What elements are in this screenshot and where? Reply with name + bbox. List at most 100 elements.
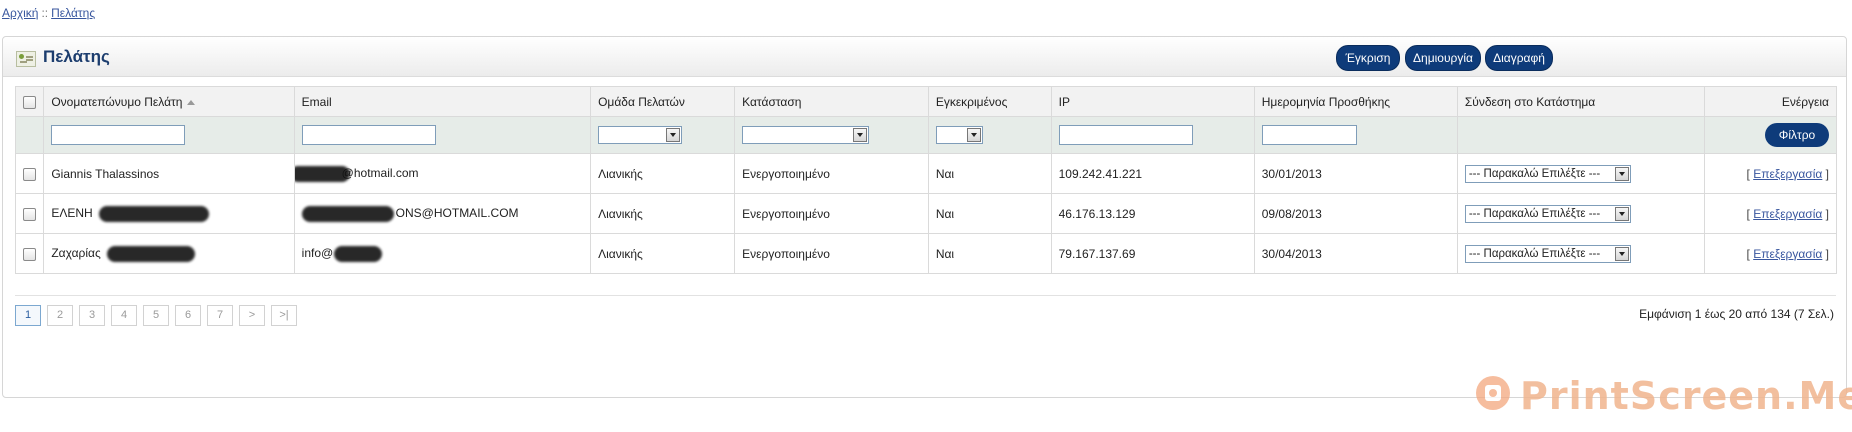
- bracket-close: ]: [1822, 246, 1829, 261]
- page-6-link[interactable]: 6: [175, 305, 201, 326]
- column-header-name-label[interactable]: Ονοματεπώνυμο Πελάτη: [51, 95, 182, 109]
- customer-approved: Ναι: [927, 233, 1052, 274]
- row-checkbox[interactable]: [23, 207, 37, 221]
- customer-approved: Ναι: [927, 153, 1052, 194]
- chevron-down-icon: [1614, 166, 1629, 181]
- customer-group: Λιανικής: [590, 233, 736, 274]
- select-all-checkbox[interactable]: [23, 95, 37, 109]
- redaction-mark: [106, 245, 195, 262]
- customer-status: Ενεργοποιημένο: [734, 233, 929, 274]
- filter-email-input[interactable]: [301, 125, 436, 145]
- edit-link[interactable]: Επεξεργασία: [1753, 167, 1822, 181]
- edit-link[interactable]: Επεξεργασία: [1753, 247, 1822, 261]
- customer-group: Λιανικής: [590, 193, 736, 234]
- breadcrumb-current-link[interactable]: Πελάτης: [51, 6, 95, 20]
- edit-link[interactable]: Επεξεργασία: [1753, 207, 1822, 221]
- column-header-action: Ενέργεια: [1703, 86, 1838, 117]
- page-7-link[interactable]: 7: [207, 305, 233, 326]
- action-cell: [ Επεξεργασία ]: [1703, 193, 1838, 234]
- customer-group: Λιανικής: [590, 153, 736, 194]
- customer-panel: Πελάτης Έγκριση Δημιουργία Διαγραφή Ονομ…: [2, 36, 1847, 398]
- customer-email-cell: @hotmail.com: [293, 153, 592, 194]
- login-store-cell: --- Παρακαλώ Επιλέξτε ---: [1456, 153, 1705, 194]
- filter-button-cell: Φίλτρο: [1703, 116, 1838, 154]
- filter-name-input[interactable]: [51, 125, 186, 145]
- redaction-mark: [98, 205, 209, 222]
- filter-button[interactable]: Φίλτρο: [1765, 123, 1829, 147]
- customer-email: @hotmail.com: [341, 165, 419, 180]
- customer-ip: 79.167.137.69: [1050, 233, 1255, 274]
- login-store-select[interactable]: --- Παρακαλώ Επιλέξτε ---: [1464, 244, 1631, 263]
- filter-name-cell: [43, 116, 295, 154]
- next-page-link[interactable]: >: [239, 305, 265, 326]
- login-store-select[interactable]: --- Παρακαλώ Επιλέξτε ---: [1464, 204, 1631, 223]
- redaction-mark: [334, 245, 383, 262]
- select-all-cell: [14, 86, 45, 117]
- filter-store-cell: [1456, 116, 1705, 154]
- customer-approved: Ναι: [927, 193, 1052, 234]
- login-store-select[interactable]: --- Παρακαλώ Επιλέξτε ---: [1464, 164, 1631, 183]
- customer-status: Ενεργοποιημένο: [734, 153, 929, 194]
- customer-name: Ζαχαρίας: [51, 245, 101, 260]
- breadcrumb-home-link[interactable]: Αρχική: [2, 6, 38, 20]
- results-summary: Εμφάνιση 1 έως 20 από 134 (7 Σελ.): [1639, 307, 1834, 321]
- chevron-down-icon: [853, 128, 868, 142]
- login-store-select-value: --- Παρακαλώ Επιλέξτε ---: [1468, 247, 1601, 260]
- bracket-close: ]: [1822, 166, 1829, 181]
- table-row: Giannis Thalassinos @hotmail.com Λιανική…: [14, 153, 1838, 194]
- page-5-link[interactable]: 5: [143, 305, 169, 326]
- table-header-row: Ονοματεπώνυμο Πελάτη Email Ομάδα Πελατών…: [14, 86, 1838, 117]
- row-checkbox[interactable]: [23, 167, 37, 181]
- sort-ascending-icon: [187, 99, 196, 105]
- filter-approved-select[interactable]: [935, 126, 983, 144]
- column-header-date-added[interactable]: Ημερομηνία Προσθήκης: [1253, 86, 1458, 117]
- column-header-status[interactable]: Κατάσταση: [734, 86, 929, 117]
- column-header-group[interactable]: Ομάδα Πελατών: [590, 86, 736, 117]
- customer-email-cell: ONS@HOTMAIL.COM: [293, 193, 592, 234]
- customer-date-added: 30/04/2013: [1253, 233, 1458, 274]
- column-header-email[interactable]: Email: [293, 86, 592, 117]
- customer-email: info@: [301, 245, 334, 260]
- column-header-approved[interactable]: Εγκεκριμένος: [927, 86, 1052, 117]
- page-1-link[interactable]: 1: [15, 305, 41, 326]
- filter-date-input[interactable]: [1261, 125, 1357, 145]
- row-checkbox-cell: [14, 193, 45, 234]
- column-header-login-store: Σύνδεση στο Κατάστημα: [1456, 86, 1705, 117]
- panel-heading: Πελάτης Έγκριση Δημιουργία Διαγραφή: [3, 37, 1846, 77]
- filter-approved-cell: [927, 116, 1052, 154]
- divider: [15, 295, 1836, 296]
- filter-status-select[interactable]: [742, 126, 870, 144]
- customer-name-cell: Ζαχαρίας: [43, 233, 295, 274]
- login-store-select-value: --- Παρακαλώ Επιλέξτε ---: [1468, 207, 1601, 220]
- column-header-ip[interactable]: IP: [1050, 86, 1255, 117]
- filter-group-select[interactable]: [598, 126, 683, 144]
- column-header-name[interactable]: Ονοματεπώνυμο Πελάτη: [43, 86, 295, 117]
- bracket-close: ]: [1822, 206, 1829, 221]
- customer-name: ΕΛΕΝΗ: [51, 205, 93, 220]
- create-button[interactable]: Δημιουργία: [1405, 45, 1481, 71]
- customer-name-cell: ΕΛΕΝΗ: [43, 193, 295, 234]
- row-checkbox-cell: [14, 233, 45, 274]
- customer-icon: [16, 51, 36, 67]
- redaction-mark: [301, 205, 394, 222]
- breadcrumb-separator: ::: [41, 6, 49, 20]
- login-store-select-value: --- Παρακαλώ Επιλέξτε ---: [1468, 167, 1601, 180]
- filter-row: Φίλτρο: [14, 116, 1838, 154]
- filter-group-cell: [590, 116, 736, 154]
- page-2-link[interactable]: 2: [47, 305, 73, 326]
- delete-button[interactable]: Διαγραφή: [1485, 45, 1553, 71]
- last-page-link[interactable]: >|: [271, 305, 297, 326]
- row-checkbox[interactable]: [23, 247, 37, 261]
- row-checkbox-cell: [14, 153, 45, 194]
- customer-ip: 109.242.41.221: [1050, 153, 1255, 194]
- filter-ip-input[interactable]: [1058, 125, 1193, 145]
- breadcrumb: Αρχική:: Πελάτης: [2, 6, 95, 20]
- approve-button[interactable]: Έγκριση: [1336, 45, 1400, 71]
- login-store-cell: --- Παρακαλώ Επιλέξτε ---: [1456, 193, 1705, 234]
- customer-email: ONS@HOTMAIL.COM: [395, 205, 519, 220]
- chevron-down-icon: [1614, 206, 1629, 221]
- action-cell: [ Επεξεργασία ]: [1703, 153, 1838, 194]
- page-3-link[interactable]: 3: [79, 305, 105, 326]
- filter-empty-cell: [14, 116, 45, 154]
- page-4-link[interactable]: 4: [111, 305, 137, 326]
